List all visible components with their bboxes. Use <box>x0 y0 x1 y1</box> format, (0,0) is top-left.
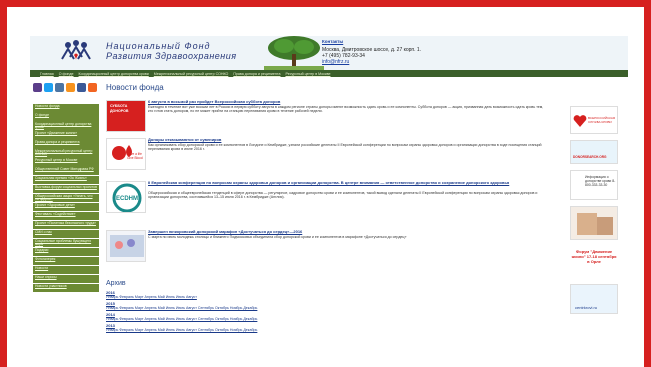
tree-icon <box>264 36 324 70</box>
sidebar-item[interactable]: Фестиваль «Содействие» <box>33 211 99 221</box>
sidebar-item[interactable]: Подарки <box>33 247 99 257</box>
sidebar-item[interactable]: Новости фонда <box>33 104 99 113</box>
people-logo-icon[interactable] <box>58 39 94 67</box>
archive-section: Архив 2016 Январь Февраль Март Апрель Ма… <box>106 280 406 334</box>
banner-text: Форум "Движение жизни" 17-18 сентября в … <box>571 249 617 264</box>
banner-forum[interactable]: Форум "Движение жизни" 17-18 сентября в … <box>570 246 618 278</box>
news-title[interactable]: 6 августа в восьмой раз пройдет Всеросси… <box>148 99 548 105</box>
archive-months[interactable]: Январь Февраль Март Апрель Май Июнь Июль… <box>106 328 406 332</box>
vk-icon[interactable] <box>55 83 64 92</box>
sidebar-item[interactable]: Фотогалерея <box>33 256 99 266</box>
archive-title: Архив <box>106 280 126 287</box>
news-text: Как организовать сбор донорской крови и … <box>148 143 542 152</box>
archive-months[interactable]: Январь Февраль Март Апрель Май Июнь Июль… <box>106 317 406 321</box>
news-thumbnail[interactable]: СУББОТА ДОНОРОВ <box>106 100 146 132</box>
news-item: Save a life Give Blood Доноры отказывают… <box>106 137 556 172</box>
archive-year-row: 2013 Январь Февраль Март Апрель Май Июнь… <box>106 323 406 332</box>
sidebar-menu: Новости фонда О фонде Координационный це… <box>33 104 99 293</box>
news-item: Завершен юнкоровский донорский марафон «… <box>106 229 556 264</box>
sidebar-item[interactable]: Социальная премия «За Жизнь» <box>33 175 99 185</box>
facebook-icon[interactable] <box>77 83 86 92</box>
banner-text: DONORSEARCH.ORG <box>573 155 607 159</box>
sidebar-item[interactable]: Новости участников <box>33 283 99 293</box>
sidebar-item[interactable]: Выставка-форум социальных проектов <box>33 184 99 194</box>
main-content: Новости фонда <box>106 83 556 92</box>
rss-icon[interactable] <box>88 83 97 92</box>
news-title[interactable]: Доноры отказываются от сувениров <box>148 137 548 143</box>
news-item: СУББОТА ДОНОРОВ 6 августа в восьмой раз … <box>106 99 556 134</box>
thumb-text: СУББОТА ДОНОРОВ <box>110 104 129 113</box>
news-item: ECDHM II Европейская конференция по вопр… <box>106 180 556 221</box>
right-banners: ВСЕРОССИЙСКАЯ СЛУЖБА КРОВИ DONORSEARCH.O… <box>570 106 624 320</box>
page-title: Новости фонда <box>106 83 164 92</box>
banner-image-icon <box>577 213 613 235</box>
marathon-photo-icon <box>110 235 144 257</box>
news-title[interactable]: Завершен юнкоровский донорский марафон «… <box>148 229 548 235</box>
sidebar-item[interactable]: Межрегиональный ресурсный центр СОНКО <box>33 148 99 158</box>
heart-icon <box>573 115 587 127</box>
sidebar-item[interactable]: Ресурсный центр в Москве <box>33 157 99 167</box>
social-icons <box>33 83 97 92</box>
nav-item-moscow-center[interactable]: Ресурсный центр в Москве <box>285 72 330 76</box>
odnoklassniki-icon[interactable] <box>66 83 75 92</box>
org-name-line1: Национальный Фонд <box>106 41 211 51</box>
sidebar-item[interactable]: Общественный Совет Минздрава РФ <box>33 166 99 176</box>
sidebar-item[interactable]: Социальные проблемы бушующего мира <box>33 238 99 248</box>
banner-centrkrovi[interactable]: centrkrovi.ru <box>570 284 618 314</box>
news-title[interactable]: II Европейская конференция по вопросам о… <box>148 180 548 186</box>
sidebar-item[interactable]: Наши опросы <box>33 274 99 284</box>
thumb-text: Save a life Give Blood <box>127 152 143 160</box>
sidebar-item[interactable]: Координационный центр донорства крови <box>33 121 99 131</box>
archive-months[interactable]: Январь Февраль Март Апрель Май Июнь Июль… <box>106 306 406 310</box>
news-thumbnail[interactable] <box>106 230 146 262</box>
banner-photo[interactable] <box>570 206 618 240</box>
banner-info-hotline[interactable]: Информация о донорстве крови 8-800-333-3… <box>570 170 618 200</box>
website-page: Национальный Фонд Развития Здравоохранен… <box>30 36 628 340</box>
archive-year-row: 2014 Январь Февраль Март Апрель Май Июнь… <box>106 312 406 321</box>
sidebar-item[interactable]: О фонде <box>33 112 99 122</box>
instagram-icon[interactable] <box>33 83 42 92</box>
nav-item-sonko[interactable]: Межрегиональный ресурсный центр СОНКО <box>154 72 229 76</box>
sidebar-item[interactable]: Проект «Политика безопасного труда» <box>33 220 99 230</box>
nav-item-about[interactable]: О фонде <box>59 72 74 76</box>
archive-year-row: 2016 Январь Февраль Март Апрель Май Июнь… <box>106 290 406 299</box>
address-block: Москва, Дмитровское шоссе, д. 27 корп. 1… <box>322 47 421 65</box>
org-name-line2: Развития Здравоохранения <box>106 51 237 61</box>
archive-months[interactable]: Январь Февраль Март Апрель Май Июнь Июль… <box>106 295 406 299</box>
email-link[interactable]: info@nfrz.ru <box>322 59 421 65</box>
banner-text: ВСЕРОССИЙСКАЯ СЛУЖБА КРОВИ <box>588 116 616 124</box>
nav-item-home[interactable]: Главная <box>40 72 54 76</box>
banner-donorsearch[interactable]: DONORSEARCH.ORG <box>570 140 618 164</box>
news-thumbnail[interactable]: Save a life Give Blood <box>106 138 146 170</box>
top-nav: Главная О фонде Координационный центр до… <box>30 70 628 77</box>
news-text: С марта по июль молодежь столицы и ближн… <box>148 235 407 239</box>
news-text: Общероссийская и общеевропейская тенденц… <box>148 191 538 200</box>
nav-item-blood-center[interactable]: Координационный центр донорства крови <box>79 72 149 76</box>
news-text: Ежегодно в течение вот уже восьми лет в … <box>148 105 544 114</box>
news-thumbnail[interactable]: ECDHM <box>106 181 146 213</box>
twitter-icon[interactable] <box>44 83 53 92</box>
sidebar-item[interactable]: Новости <box>33 265 99 275</box>
sidebar-item[interactable]: СМИ о нас <box>33 229 99 239</box>
thumb-text: ECDHM <box>116 196 138 202</box>
ecdhm-logo-icon: ECDHM <box>112 183 142 212</box>
sidebar-item[interactable]: Проект «Здоровые дети» <box>33 202 99 212</box>
archive-year-row: 2015 Январь Февраль Март Апрель Май Июнь… <box>106 301 406 310</box>
sidebar-item[interactable]: Проект «Движение жизни» <box>33 130 99 140</box>
banner-text: Информация о донорстве крови 8-800-333-3… <box>585 175 616 187</box>
banner-text: centrkrovi.ru <box>575 305 598 310</box>
sidebar-item[interactable]: Права донора и реципиента <box>33 139 99 149</box>
contacts-link[interactable]: Контакты <box>322 39 343 44</box>
site-header: Национальный Фонд Развития Здравоохранен… <box>30 36 628 70</box>
sidebar-item[interactable]: Общероссийская акция «Узнать, что ты здо… <box>33 193 99 203</box>
nav-item-donor-rights[interactable]: Права донора и реципиента <box>233 72 280 76</box>
banner-blood-service[interactable]: ВСЕРОССИЙСКАЯ СЛУЖБА КРОВИ <box>570 106 618 134</box>
